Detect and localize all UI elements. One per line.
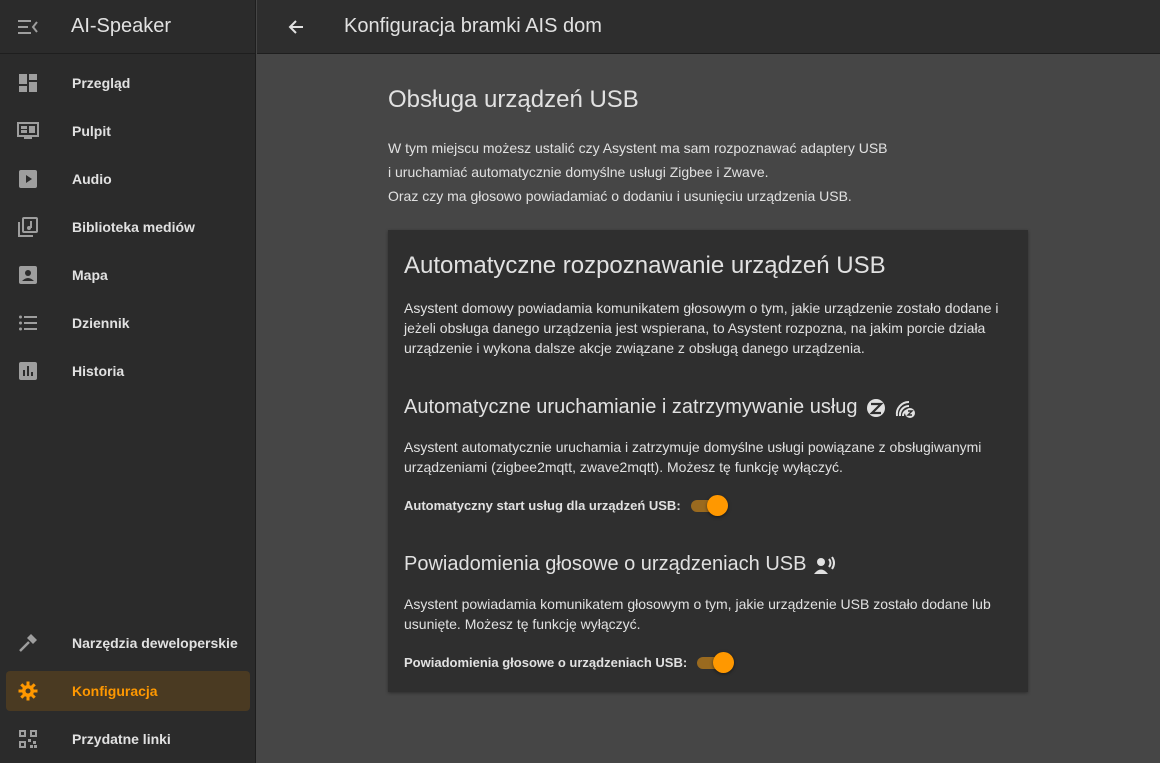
main-content: Obsługa urządzeń USB W tym miejscu możes…	[388, 54, 1028, 692]
sidebar-item-pulpit[interactable]: Pulpit	[6, 111, 250, 151]
format-list-bulleted-icon	[6, 315, 50, 331]
card-description: Asystent domowy powiadamia komunikatem g…	[404, 300, 999, 356]
zigbee-icon	[866, 398, 886, 418]
sidebar-item-przydatne-linki[interactable]: Przydatne linki	[6, 719, 250, 759]
voice-section-description: Asystent powiadamia komunikatem głosowym…	[404, 596, 991, 632]
intro-line: Oraz czy ma głosowo powiadamiać o dodani…	[388, 188, 852, 204]
page-title: Konfiguracja bramki AIS dom	[344, 15, 602, 37]
voice-notifications-toggle[interactable]	[697, 652, 735, 673]
sidebar-item-label: Dziennik	[72, 315, 130, 331]
sidebar-item-label: Konfiguracja	[72, 683, 158, 699]
chart-box-icon	[6, 362, 50, 380]
menu-open-icon	[18, 19, 38, 34]
toggle-knob	[713, 652, 735, 673]
sidebar-item-mapa[interactable]: Mapa	[6, 255, 250, 295]
hammer-icon	[6, 633, 50, 653]
services-toggle-row: Automatyczny start usług dla urządzeń US…	[404, 495, 1012, 516]
sidebar-item-label: Biblioteka mediów	[72, 219, 195, 235]
sidebar-item-label: Pulpit	[72, 123, 111, 139]
sidebar-item-label: Przegląd	[72, 75, 131, 91]
account-box-icon	[6, 266, 50, 284]
sidebar-item-label: Przydatne linki	[72, 731, 171, 747]
toggle-knob	[706, 495, 728, 516]
card-title: Automatyczne rozpoznawanie urządzeń USB	[404, 252, 886, 279]
sidebar-item-label: Historia	[72, 363, 125, 379]
intro-line: W tym miejscu możesz ustalić czy Asysten…	[388, 140, 888, 156]
sidebar-item-dziennik[interactable]: Dziennik	[6, 303, 250, 343]
sidebar-item-label: Mapa	[72, 267, 108, 283]
sidebar-item-przeglad[interactable]: Przegląd	[6, 63, 250, 103]
arrow-left-icon	[288, 19, 303, 34]
play-box-icon	[6, 170, 50, 188]
top-app-bar: Konfiguracja bramki AIS dom	[257, 0, 1160, 54]
menu-toggle-button[interactable]	[0, 0, 56, 54]
library-music-icon	[6, 217, 50, 237]
app-title: AI-Speaker	[71, 15, 172, 37]
dashboard-icon	[6, 74, 50, 92]
voice-section-title-text: Powiadomienia głosowe o urządzeniach USB	[404, 553, 807, 575]
usb-settings-card: Automatyczne rozpoznawanie urządzeń USB …	[388, 230, 1028, 692]
qrcode-icon	[6, 730, 50, 748]
intro-text: W tym miejscu możesz ustalić czy Asysten…	[388, 136, 1028, 208]
sidebar-item-label: Audio	[72, 171, 112, 187]
sidebar-item-audio[interactable]: Audio	[6, 159, 250, 199]
sidebar-item-label: Narzędzia deweloperskie	[72, 635, 238, 651]
services-toggle-label: Automatyczny start usług dla urządzeń US…	[404, 497, 681, 513]
monitor-dashboard-icon	[6, 122, 50, 140]
sidebar-item-historia[interactable]: Historia	[6, 351, 250, 391]
cog-icon	[6, 681, 50, 701]
services-section-description: Asystent automatycznie uruchamia i zatrz…	[404, 439, 982, 475]
account-voice-icon	[814, 555, 838, 575]
voice-section-title: Powiadomienia głosowe o urządzeniach USB	[404, 553, 1012, 576]
sidebar-item-narzedzia-deweloperskie[interactable]: Narzędzia deweloperskie	[6, 623, 250, 663]
zwave-icon	[894, 398, 916, 418]
services-section-title-text: Automatyczne uruchamianie i zatrzymywani…	[404, 396, 858, 418]
voice-toggle-label: Powiadomienia głosowe o urządzeniach USB…	[404, 654, 688, 670]
services-section-title: Automatyczne uruchamianie i zatrzymywani…	[404, 396, 1012, 419]
sidebar-item-biblioteka-mediow[interactable]: Biblioteka mediów	[6, 207, 250, 247]
intro-line: i uruchamiać automatycznie domyślne usłu…	[388, 164, 769, 180]
voice-toggle-row: Powiadomienia głosowe o urządzeniach USB…	[404, 652, 1012, 673]
sidebar: AI-Speaker Przegląd Pulpit Audio Bibliot…	[0, 0, 256, 763]
section-title: Obsługa urządzeń USB	[388, 86, 639, 113]
sidebar-item-konfiguracja[interactable]: Konfiguracja	[6, 671, 250, 711]
sidebar-header: AI-Speaker	[0, 0, 255, 54]
services-autostart-toggle[interactable]	[690, 495, 728, 516]
back-button[interactable]	[269, 0, 323, 54]
